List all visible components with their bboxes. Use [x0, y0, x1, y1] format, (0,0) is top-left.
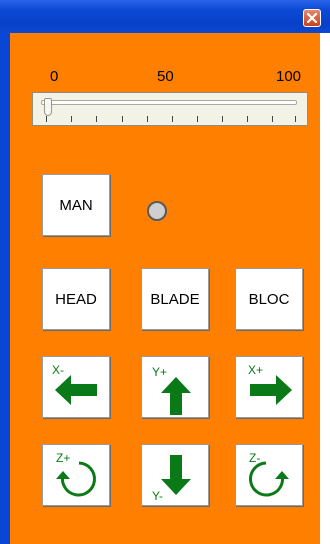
slider-tick	[247, 116, 248, 122]
jog-window: 0 50 100 MAN HEAD BLADE BLOC X- Y+ X+ Z+…	[0, 0, 330, 544]
slider-mid-label: 50	[157, 68, 174, 85]
blade-button[interactable]: BLADE	[141, 268, 209, 330]
slider-tick	[295, 116, 296, 122]
z-plus-button[interactable]: Z+	[42, 444, 110, 506]
slider-min-label: 0	[50, 68, 59, 85]
slider-tick	[172, 116, 173, 122]
slider-tick	[96, 116, 97, 122]
slider-tick	[272, 116, 273, 122]
slider-thumb[interactable]	[44, 98, 52, 116]
status-led	[147, 201, 167, 221]
arrow-up-icon	[161, 377, 191, 415]
head-button[interactable]: HEAD	[42, 268, 110, 330]
rotate-cw-icon	[249, 461, 289, 497]
title-bar[interactable]	[0, 0, 330, 33]
man-button[interactable]: MAN	[42, 174, 110, 236]
arrow-left-icon	[55, 375, 97, 405]
arrow-down-icon	[161, 455, 191, 495]
slider-max-label: 100	[276, 68, 302, 85]
close-icon	[306, 12, 318, 24]
arrow-right-icon	[250, 375, 292, 405]
y-minus-button[interactable]: Y-	[141, 444, 209, 506]
slider-tick	[46, 116, 47, 122]
slider-groove	[41, 100, 297, 105]
slider[interactable]	[32, 92, 308, 126]
slider-tick	[197, 116, 198, 122]
slider-tick	[147, 116, 148, 122]
close-button[interactable]	[303, 9, 321, 27]
bloc-button[interactable]: BLOC	[235, 268, 303, 330]
window-left-border	[0, 33, 10, 544]
z-minus-button[interactable]: Z-	[235, 444, 303, 506]
x-minus-button[interactable]: X-	[42, 356, 110, 418]
y-plus-button[interactable]: Y+	[141, 356, 209, 418]
slider-tick	[71, 116, 72, 122]
rotate-ccw-icon	[56, 461, 96, 497]
x-plus-button[interactable]: X+	[235, 356, 303, 418]
slider-tick	[222, 116, 223, 122]
slider-tick	[122, 116, 123, 122]
